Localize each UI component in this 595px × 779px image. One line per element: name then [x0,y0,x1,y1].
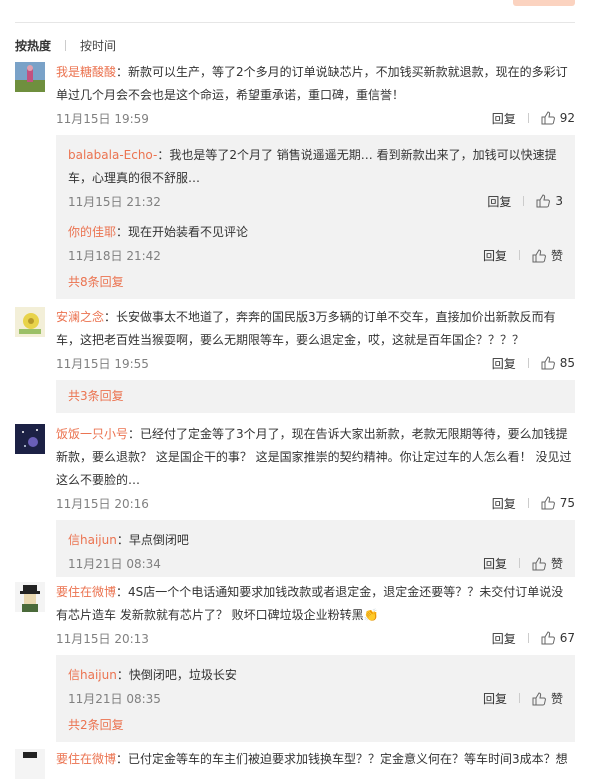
like-button[interactable]: 75 [541,496,575,511]
like-label: 赞 [550,248,563,263]
reply-time: 11月15日 21:32 [68,194,161,209]
reply-list: 共3条回复 [56,380,575,413]
like-count: 75 [559,495,575,510]
reply-list: 信haijun：快倒闭吧，垃圾长安 11月21日 08:35 回复 赞 共2条回… [56,655,575,742]
avatar[interactable] [15,582,45,612]
reply-content: ：早点倒闭吧 [116,533,189,547]
reply-button[interactable]: 回复 [483,555,507,572]
like-button[interactable]: 赞 [532,690,563,707]
comment-item: 安澜之念：长安做事太不地道了，奔奔的国民版3万多辆的订单不交车，直接加价出新款反… [15,306,575,413]
comment-item: 要住在微博：已付定金等车的车主们被迫要求加钱换车型？？定金意义何在？等车时间3成… [15,748,575,779]
reply-content: ：现在开始装看不见评论 [116,225,249,239]
comment-item: 要住在微博：4S店一个个电话通知要求加钱改款或者退定金，退定金还要等？？未交付订… [15,581,575,742]
reply-username[interactable]: 信haijun [68,533,117,547]
divider [65,39,67,51]
comment-text: 我是糖酸酸：新款可以生产，等了2个多月的订单说缺芯片，不加钱买新款就退款，现在的… [56,61,575,107]
more-replies-link[interactable]: 共3条回复 [68,380,563,413]
avatar[interactable] [15,424,45,454]
reply-button[interactable]: 回复 [492,110,516,127]
comment-username[interactable]: 饭饭一只小号 [56,427,128,441]
comment-time: 11月15日 19:59 [56,111,149,126]
more-replies-link[interactable]: 共8条回复 [68,266,563,299]
like-button[interactable]: 85 [541,356,575,371]
more-replies-link[interactable]: 共2条回复 [68,709,563,742]
reply-button[interactable]: 回复 [487,193,511,210]
divider [15,22,575,23]
reply-username[interactable]: 信haijun [68,668,117,682]
sort-bar: 按热度 按时间 [15,37,116,53]
comment-content: ：新款可以生产，等了2个多月的订单说缺芯片，不加钱买新款就退款，现在的多彩订单过… [56,65,568,102]
thumbs-up-icon [532,557,546,571]
comment-item: 我是糖酸酸：新款可以生产，等了2个多月的订单说缺芯片，不加钱买新款就退款，现在的… [15,61,575,299]
comment-username[interactable]: 要住在微博 [56,585,116,599]
reply-username[interactable]: 你的佳耶 [68,225,116,239]
like-count: 67 [559,630,575,645]
reply-time: 11月21日 08:35 [68,691,161,706]
divider [518,693,520,703]
like-count: 92 [559,110,575,125]
comment-item: 饭饭一只小号：已经付了定金等了3个月了，现在告诉大家出新款，老款无限期等待，要么… [15,423,575,577]
reply-item: balabala-Echo-：我也是等了2个月了 销售说遥遥无期… 看到新款出来… [68,135,563,212]
thumbs-up-icon [541,356,555,370]
avatar[interactable] [15,62,45,92]
divider [527,498,529,508]
thumbs-up-icon [541,631,555,645]
divider [527,113,529,123]
reply-button[interactable]: 回复 [492,355,516,372]
reply-button[interactable]: 回复 [492,630,516,647]
like-count: 85 [559,355,575,370]
reply-item: 你的佳耶：现在开始装看不见评论 11月18日 21:42 回复 赞 [68,212,563,266]
divider [518,250,520,260]
comment-username[interactable]: 我是糖酸酸 [56,65,116,79]
comment-username[interactable]: 安澜之念 [56,310,104,324]
thumbs-up-icon [532,692,546,706]
comment-content: ：长安做事太不地道了，奔奔的国民版3万多辆的订单不交车，直接加价出新款反而有车，… [56,310,556,347]
reply-username[interactable]: balabala-Echo- [68,148,157,162]
like-count: 3 [555,193,563,208]
reply-time: 11月21日 08:34 [68,556,161,571]
comment-time: 11月15日 20:13 [56,631,149,646]
like-button[interactable]: 赞 [532,247,563,264]
comment-content: ：已经付了定金等了3个月了，现在告诉大家出新款，老款无限期等待，要么加钱提新款，… [56,427,572,487]
reply-item: 信haijun：早点倒闭吧 11月21日 08:34 回复 赞 [68,520,563,574]
like-label: 赞 [550,556,563,571]
divider [523,196,525,206]
thumbs-up-icon [541,496,555,510]
like-button[interactable]: 92 [541,111,575,126]
reply-list: balabala-Echo-：我也是等了2个月了 销售说遥遥无期… 看到新款出来… [56,135,575,299]
sort-by-time-tab[interactable]: 按时间 [80,37,116,54]
divider [527,633,529,643]
reply-content: ：快倒闭吧，垃圾长安 [116,668,237,682]
top-action-button[interactable] [513,0,575,6]
comment-username[interactable]: 要住在微博 [56,752,116,766]
thumbs-up-icon [541,111,555,125]
reply-button[interactable]: 回复 [483,247,507,264]
comment-time: 11月15日 19:55 [56,356,149,371]
thumbs-up-icon [536,194,551,208]
comment-time: 11月15日 20:16 [56,496,149,511]
thumbs-up-icon [532,249,546,263]
divider [527,358,529,368]
comment-content: ：已付定金等车的车主们被迫要求加钱换车型？？定金意义何在？等车时间3成本？想 [116,752,568,766]
reply-list: 信haijun：早点倒闭吧 11月21日 08:34 回复 赞 [56,520,575,577]
like-label: 赞 [550,691,563,706]
like-button[interactable]: 赞 [532,555,563,572]
reply-button[interactable]: 回复 [483,690,507,707]
avatar[interactable] [15,749,45,779]
sort-by-hot-tab[interactable]: 按热度 [15,37,51,54]
comment-content: ：4S店一个个电话通知要求加钱改款或者退定金，退定金还要等？？未交付订单说没有芯… [56,585,564,622]
reply-time: 11月18日 21:42 [68,248,161,263]
reply-button[interactable]: 回复 [492,495,516,512]
like-button[interactable]: 3 [536,194,563,209]
reply-item: 信haijun：快倒闭吧，垃圾长安 11月21日 08:35 回复 赞 [68,655,563,709]
divider [518,558,520,568]
avatar[interactable] [15,307,45,337]
like-button[interactable]: 67 [541,631,575,646]
